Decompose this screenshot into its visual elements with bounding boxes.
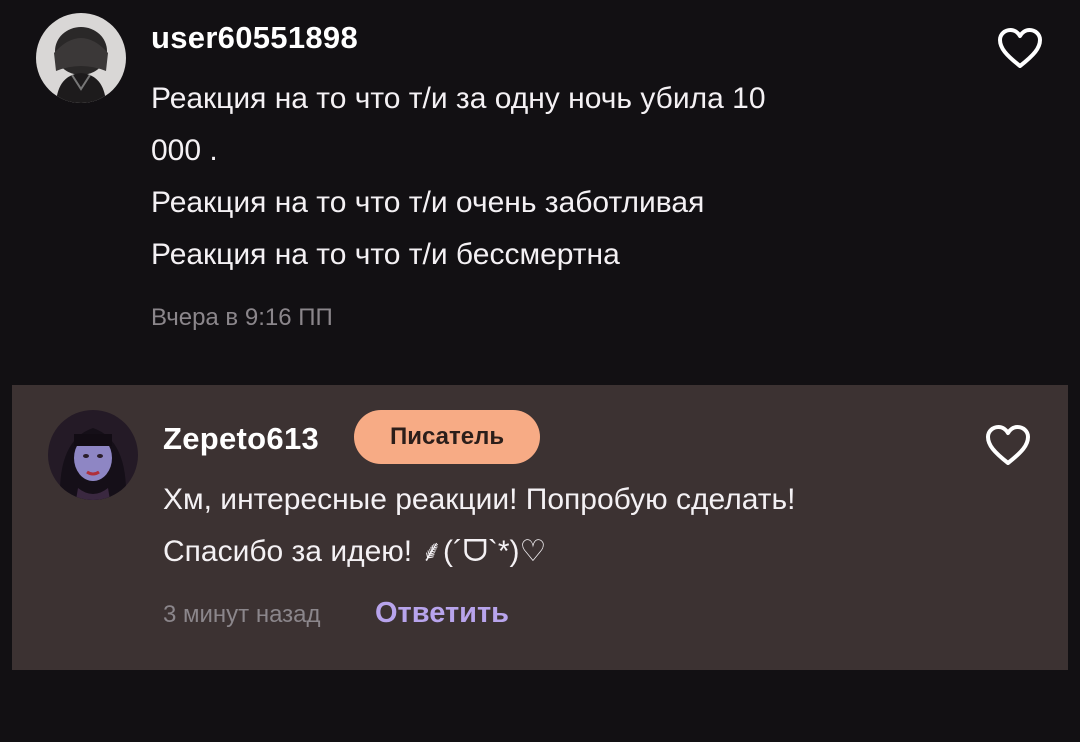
heart-outline-icon: [998, 28, 1042, 68]
like-button[interactable]: [984, 423, 1032, 467]
avatar[interactable]: [48, 410, 138, 500]
avatar[interactable]: [36, 13, 126, 103]
comment-text-line: Хм, интересные реакции! Попробую сделать…: [163, 483, 796, 516]
comment-item-highlighted: Zepeto613 Писатель Хм, интересные реакци…: [12, 385, 1068, 670]
username[interactable]: user60551898: [151, 20, 358, 56]
writer-badge: Писатель: [354, 410, 541, 464]
comment-text: Хм, интересные реакции! Попробую сделать…: [163, 474, 943, 578]
reply-button[interactable]: Ответить: [375, 597, 509, 630]
timestamp: 3 минут назад: [163, 601, 321, 628]
timestamp: Вчера в 9:16 ПП: [151, 304, 333, 331]
username[interactable]: Zepeto613: [163, 421, 319, 457]
comment-text-line: Реакция на то что т/и бессмертна: [151, 238, 620, 271]
comment-item: user60551898 Реакция на то что т/и за од…: [0, 0, 1080, 384]
heart-outline-icon: [986, 425, 1030, 465]
comment-text-line: Спасибо за идею! ⸙(´ᗜ`*)♡: [163, 535, 547, 568]
comment-text-line: 000 .: [151, 134, 218, 167]
like-button[interactable]: [996, 26, 1044, 70]
comment-text: Реакция на то что т/и за одну ночь убила…: [151, 73, 891, 281]
comment-text-line: Реакция на то что т/и за одну ночь убила…: [151, 82, 766, 115]
comment-text-line: Реакция на то что т/и очень заботливая: [151, 186, 705, 219]
